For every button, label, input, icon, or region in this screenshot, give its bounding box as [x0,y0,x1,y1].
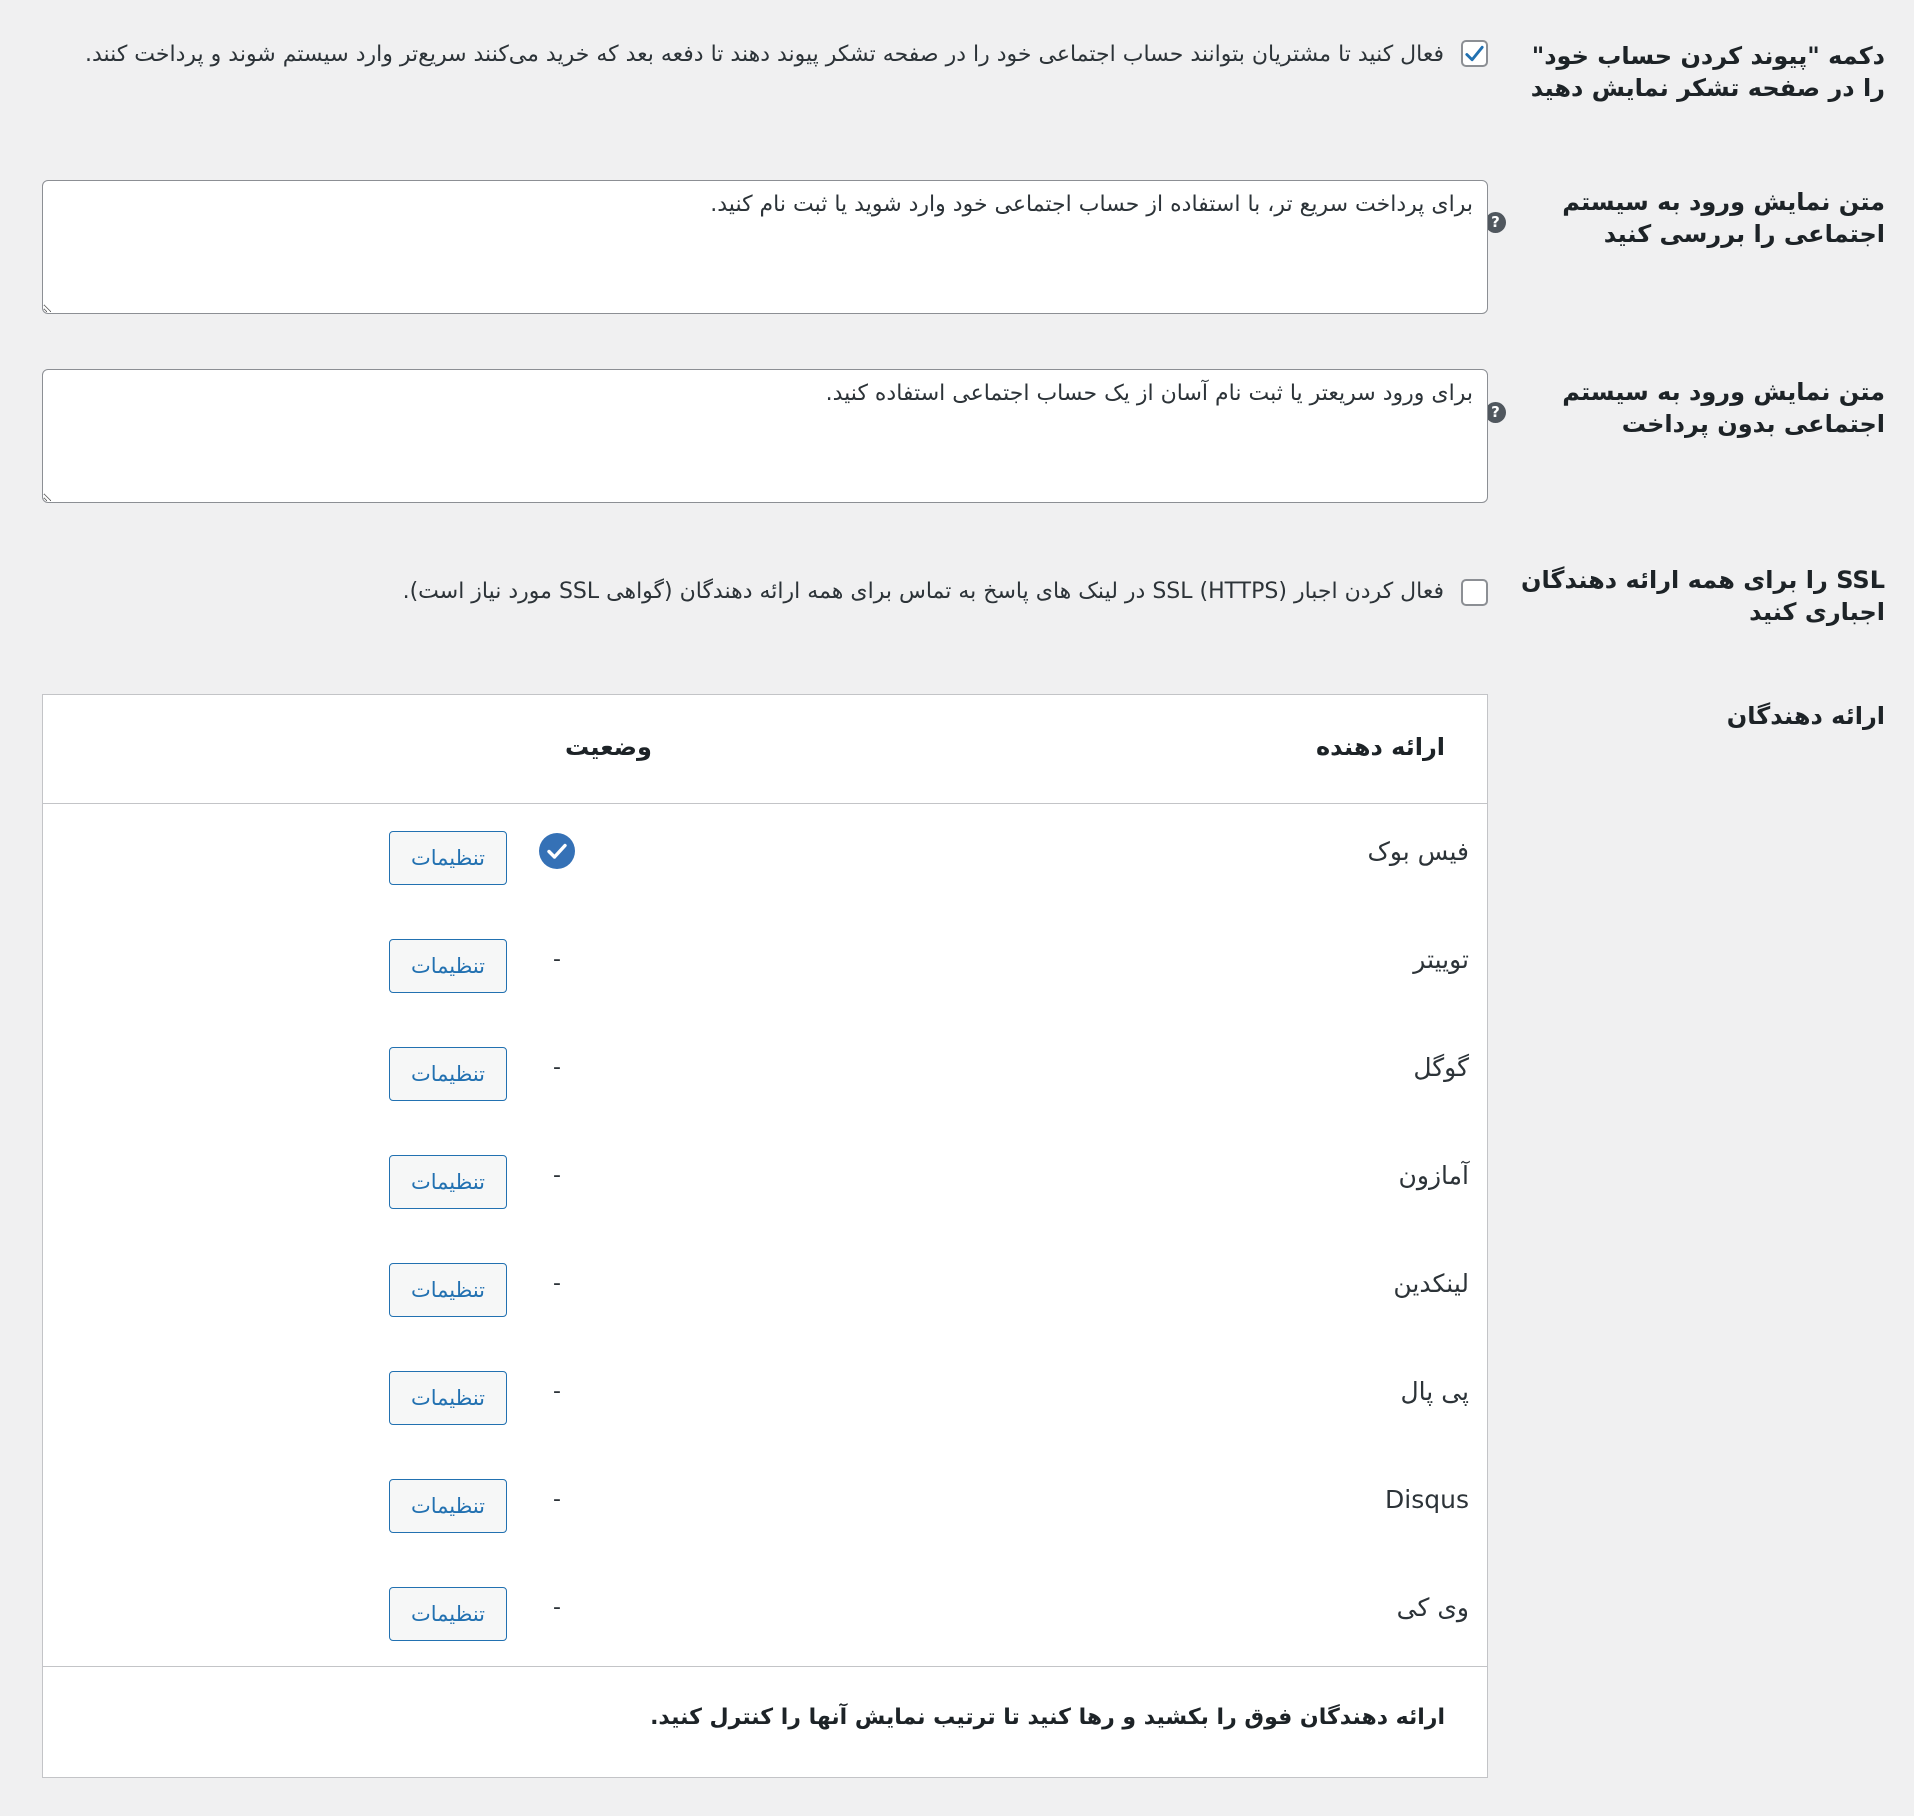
provider-status: - [539,1373,575,1409]
provider-settings-button[interactable]: تنظیمات [389,1047,507,1101]
provider-name: گوگل [1413,1053,1469,1082]
drag-drop-hint: ارائه دهندگان فوق را بکشید و رها کنید تا… [650,1705,1445,1730]
provider-status [539,833,575,869]
provider-name: پی پال [1400,1377,1469,1406]
status-dash: - [553,1378,561,1404]
ssl-field: فعال کردن اجبار SSL (HTTPS) در لینک های … [42,579,1488,619]
status-dash: - [553,1054,561,1080]
status-dash: - [553,1162,561,1188]
providers-label: ارائه دهندگان [1726,702,1885,730]
provider-status: - [539,941,575,977]
provider-name: وی کی [1396,1593,1469,1622]
noncheckout-text-label: متن نمایش ورود به سیستم اجتماعی بدون پرد… [1562,378,1885,438]
provider-status: - [539,1049,575,1085]
provider-settings-button[interactable]: تنظیمات [389,831,507,885]
provider-settings-button[interactable]: تنظیمات [389,1263,507,1317]
provider-status: - [539,1157,575,1193]
help-icon[interactable]: ? [1485,402,1506,423]
noncheckout-text-input[interactable] [42,369,1488,503]
column-header-provider: ارائه دهنده [1316,733,1445,761]
provider-status: - [539,1265,575,1301]
link-button-setting-label: دکمه "پیوند کردن حساب خود" را در صفحه تش… [1530,42,1885,102]
status-dash: - [553,1270,561,1296]
status-dash: - [553,1594,561,1620]
checkmark-icon [1465,45,1484,61]
provider-settings-button[interactable]: تنظیمات [389,1155,507,1209]
table-row[interactable]: آمازون - تنظیمات [43,1127,1487,1235]
table-row[interactable]: پی پال - تنظیمات [43,1343,1487,1451]
provider-name: توییتر [1413,945,1469,974]
table-row[interactable]: لینکدین - تنظیمات [43,1235,1487,1343]
ssl-setting-label: SSL را برای همه ارائه دهندگان اجباری کنی… [1521,566,1885,626]
table-row[interactable]: گوگل - تنظیمات [43,1019,1487,1127]
provider-settings-button[interactable]: تنظیمات [389,1371,507,1425]
link-button-checkbox[interactable] [1461,40,1488,67]
provider-settings-button[interactable]: تنظیمات [389,939,507,993]
table-row[interactable]: Disqus - تنظیمات [43,1451,1487,1559]
provider-status: - [539,1481,575,1517]
provider-name: Disqus [1385,1485,1469,1514]
link-button-field: فعال کنید تا مشتریان بتوانند حساب اجتماع… [42,40,1488,112]
checkout-text-field [42,180,1488,314]
provider-settings-button[interactable]: تنظیمات [389,1479,507,1533]
providers-table-footer: ارائه دهندگان فوق را بکشید و رها کنید تا… [43,1666,1487,1777]
noncheckout-text-field [42,369,1488,503]
provider-status: - [539,1589,575,1625]
column-header-status: وضعیت [565,733,652,761]
provider-name: فیس بوک [1367,837,1469,866]
check-circle-icon [539,833,575,869]
providers-table-header: ارائه دهنده وضعیت [43,695,1487,804]
status-dash: - [553,946,561,972]
ssl-description: فعال کردن اجبار SSL (HTTPS) در لینک های … [402,579,1444,604]
help-icon[interactable]: ? [1485,212,1506,233]
checkout-text-label: متن نمایش ورود به سیستم اجتماعی را بررسی… [1562,188,1885,248]
status-dash: - [553,1486,561,1512]
table-row[interactable]: فیس بوک تنظیمات [43,803,1487,911]
providers-table: ارائه دهنده وضعیت فیس بوک تنظیمات توییتر - ت… [42,694,1488,1778]
provider-name: لینکدین [1393,1269,1469,1298]
checkout-text-input[interactable] [42,180,1488,314]
provider-settings-button[interactable]: تنظیمات [389,1587,507,1641]
table-row[interactable]: توییتر - تنظیمات [43,911,1487,1019]
ssl-checkbox[interactable] [1461,579,1488,606]
table-row[interactable]: وی کی - تنظیمات [43,1559,1487,1667]
link-button-description: فعال کنید تا مشتریان بتوانند حساب اجتماع… [85,42,1444,67]
provider-name: آمازون [1398,1161,1469,1190]
